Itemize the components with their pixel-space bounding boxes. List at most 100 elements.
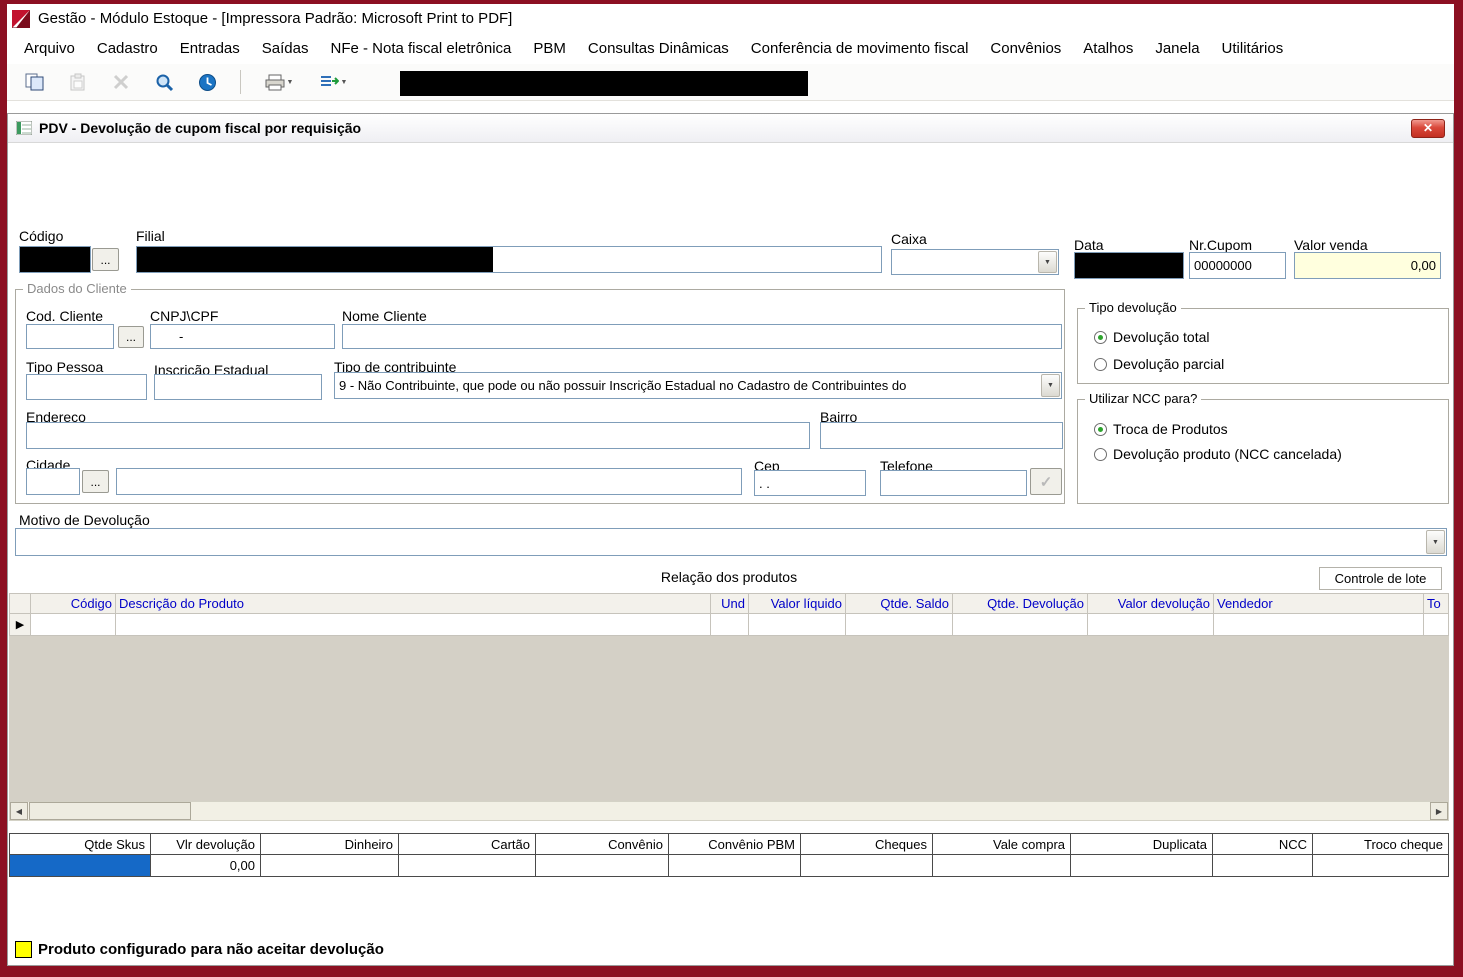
column-header-vendedor[interactable]: Vendedor bbox=[1214, 593, 1424, 614]
application-window: Gestão - Módulo Estoque - [Impressora Pa… bbox=[0, 0, 1463, 977]
copy-button[interactable] bbox=[17, 68, 53, 97]
filial-field[interactable] bbox=[136, 246, 882, 273]
cell-qtde-devolucao[interactable] bbox=[953, 614, 1088, 636]
column-header-valor-devolucao[interactable]: Valor devolução bbox=[1088, 593, 1214, 614]
tipo-contribuinte-select[interactable]: 9 - Não Contribuinte, que pode ou não po… bbox=[334, 372, 1062, 399]
motivo-dropdown-arrow[interactable]: ▼ bbox=[1426, 530, 1445, 554]
menu-utilitarios[interactable]: Utilitários bbox=[1211, 35, 1295, 62]
export-button[interactable]: ▼ bbox=[309, 68, 357, 97]
cell-valor-liquido[interactable] bbox=[749, 614, 846, 636]
nome-cliente-field[interactable] bbox=[342, 324, 1062, 349]
cell-und[interactable] bbox=[711, 614, 749, 636]
menu-saidas[interactable]: Saídas bbox=[251, 35, 320, 62]
radio-troca-produtos-label[interactable]: Troca de Produtos bbox=[1113, 421, 1228, 437]
close-button[interactable]: ✕ bbox=[1411, 119, 1445, 138]
nr-cupom-label: Nr.Cupom bbox=[1189, 237, 1252, 253]
print-button[interactable]: ▼ bbox=[256, 68, 302, 97]
history-clock-button[interactable] bbox=[189, 68, 225, 97]
product-table-header: Código Descrição do Produto Und Valor lí… bbox=[9, 593, 1449, 614]
menu-entradas[interactable]: Entradas bbox=[169, 35, 251, 62]
motivo-devolucao-select[interactable]: ▼ bbox=[15, 528, 1447, 556]
dialog-title: PDV - Devolução de cupom fiscal por requ… bbox=[39, 120, 361, 136]
summary-value-convenio-pbm bbox=[669, 855, 801, 877]
product-table-row[interactable]: ▶ bbox=[9, 614, 1449, 636]
cidade-codigo-field[interactable] bbox=[26, 468, 80, 495]
cod-cliente-browse-button[interactable]: ... bbox=[118, 326, 144, 348]
summary-header-convenio: Convênio bbox=[536, 833, 669, 855]
radio-troca-produtos[interactable] bbox=[1094, 423, 1107, 436]
confirm-client-button[interactable]: ✓ bbox=[1030, 468, 1062, 495]
radio-devolucao-total-label[interactable]: Devolução total bbox=[1113, 329, 1210, 345]
menu-cadastro[interactable]: Cadastro bbox=[86, 35, 169, 62]
cell-codigo[interactable] bbox=[31, 614, 116, 636]
cnpj-cpf-field[interactable]: - bbox=[150, 324, 335, 349]
scrollbar-thumb[interactable] bbox=[29, 802, 191, 820]
tipo-pessoa-field[interactable] bbox=[26, 374, 147, 400]
tipo-devolucao-group-title: Tipo devolução bbox=[1085, 300, 1181, 315]
cell-vendedor[interactable] bbox=[1214, 614, 1424, 636]
codigo-field[interactable] bbox=[19, 246, 91, 273]
codigo-browse-button[interactable]: ... bbox=[92, 248, 119, 271]
menu-convenios[interactable]: Convênios bbox=[979, 35, 1072, 62]
menu-pbm[interactable]: PBM bbox=[522, 35, 577, 62]
radio-devolucao-parcial-label[interactable]: Devolução parcial bbox=[1113, 356, 1224, 372]
menu-consultas-dinamicas[interactable]: Consultas Dinâmicas bbox=[577, 35, 740, 62]
caixa-select[interactable]: ▼ bbox=[891, 249, 1059, 275]
nr-cupom-field[interactable]: 00000000 bbox=[1189, 252, 1286, 279]
cell-descricao[interactable] bbox=[116, 614, 711, 636]
summary-header-duplicata: Duplicata bbox=[1071, 833, 1213, 855]
cell-qtde-saldo[interactable] bbox=[846, 614, 953, 636]
delete-button[interactable] bbox=[103, 68, 139, 97]
column-header-und[interactable]: Und bbox=[711, 593, 749, 614]
column-header-codigo[interactable]: Código bbox=[31, 593, 116, 614]
endereco-field[interactable] bbox=[26, 422, 810, 449]
summary-value-vale-compra bbox=[933, 855, 1071, 877]
cell-total[interactable] bbox=[1424, 614, 1449, 636]
summary-header-convenio-pbm: Convênio PBM bbox=[669, 833, 801, 855]
horizontal-scrollbar[interactable]: ◀ ▶ bbox=[9, 801, 1449, 821]
paste-button[interactable] bbox=[60, 68, 96, 97]
column-header-total-truncated[interactable]: To bbox=[1424, 593, 1449, 614]
redacted-toolbar-area bbox=[400, 71, 808, 96]
cidade-browse-button[interactable]: ... bbox=[82, 470, 109, 493]
scroll-right-button[interactable]: ▶ bbox=[1430, 802, 1448, 820]
controle-de-lote-button[interactable]: Controle de lote bbox=[1319, 567, 1442, 590]
caixa-dropdown-arrow[interactable]: ▼ bbox=[1038, 251, 1057, 273]
export-dropdown-arrow[interactable]: ▼ bbox=[341, 79, 348, 86]
print-dropdown-arrow[interactable]: ▼ bbox=[287, 79, 294, 86]
column-header-qtde-saldo[interactable]: Qtde. Saldo bbox=[846, 593, 953, 614]
summary-value-dinheiro bbox=[261, 855, 399, 877]
column-header-descricao[interactable]: Descrição do Produto bbox=[116, 593, 711, 614]
radio-devolucao-produto-ncc[interactable] bbox=[1094, 448, 1107, 461]
column-header-qtde-devolucao[interactable]: Qtde. Devolução bbox=[953, 593, 1088, 614]
column-header-valor-liquido[interactable]: Valor líquido bbox=[749, 593, 846, 614]
summary-header-cartao: Cartão bbox=[399, 833, 536, 855]
check-icon: ✓ bbox=[1040, 473, 1053, 491]
bairro-field[interactable] bbox=[820, 422, 1063, 449]
cell-valor-devolucao[interactable] bbox=[1088, 614, 1214, 636]
telefone-field[interactable] bbox=[880, 470, 1027, 496]
menu-conferencia-movimento-fiscal[interactable]: Conferência de movimento fiscal bbox=[740, 35, 980, 62]
scroll-left-button[interactable]: ◀ bbox=[10, 802, 28, 820]
menu-arquivo[interactable]: Arquivo bbox=[13, 35, 86, 62]
dados-cliente-group: Dados do Cliente Cod. Cliente ... CNPJ\C… bbox=[15, 289, 1065, 504]
radio-devolucao-parcial[interactable] bbox=[1094, 358, 1107, 371]
radio-devolucao-total[interactable] bbox=[1094, 331, 1107, 344]
data-field[interactable] bbox=[1074, 252, 1184, 279]
tipo-contribuinte-dropdown-arrow[interactable]: ▼ bbox=[1041, 374, 1060, 397]
cep-field[interactable]: . . bbox=[754, 470, 866, 496]
cod-cliente-field[interactable] bbox=[26, 324, 114, 349]
redacted-data-value bbox=[1074, 252, 1184, 279]
cidade-nome-field[interactable] bbox=[116, 468, 742, 495]
dialog-icon bbox=[16, 121, 32, 135]
menu-janela[interactable]: Janela bbox=[1144, 35, 1210, 62]
radio-devolucao-produto-ncc-label[interactable]: Devolução produto (NCC cancelada) bbox=[1113, 446, 1342, 462]
menu-atalhos[interactable]: Atalhos bbox=[1072, 35, 1144, 62]
menu-nfe[interactable]: NFe - Nota fiscal eletrônica bbox=[319, 35, 522, 62]
inscricao-estadual-field[interactable] bbox=[154, 374, 322, 400]
search-button[interactable] bbox=[146, 68, 182, 97]
valor-venda-field[interactable]: 0,00 bbox=[1294, 252, 1441, 279]
summary-header-row: Qtde Skus Vlr devolução Dinheiro Cartão … bbox=[9, 833, 1449, 855]
summary-value-cartao bbox=[399, 855, 536, 877]
motivo-devolucao-label: Motivo de Devolução bbox=[19, 512, 150, 528]
